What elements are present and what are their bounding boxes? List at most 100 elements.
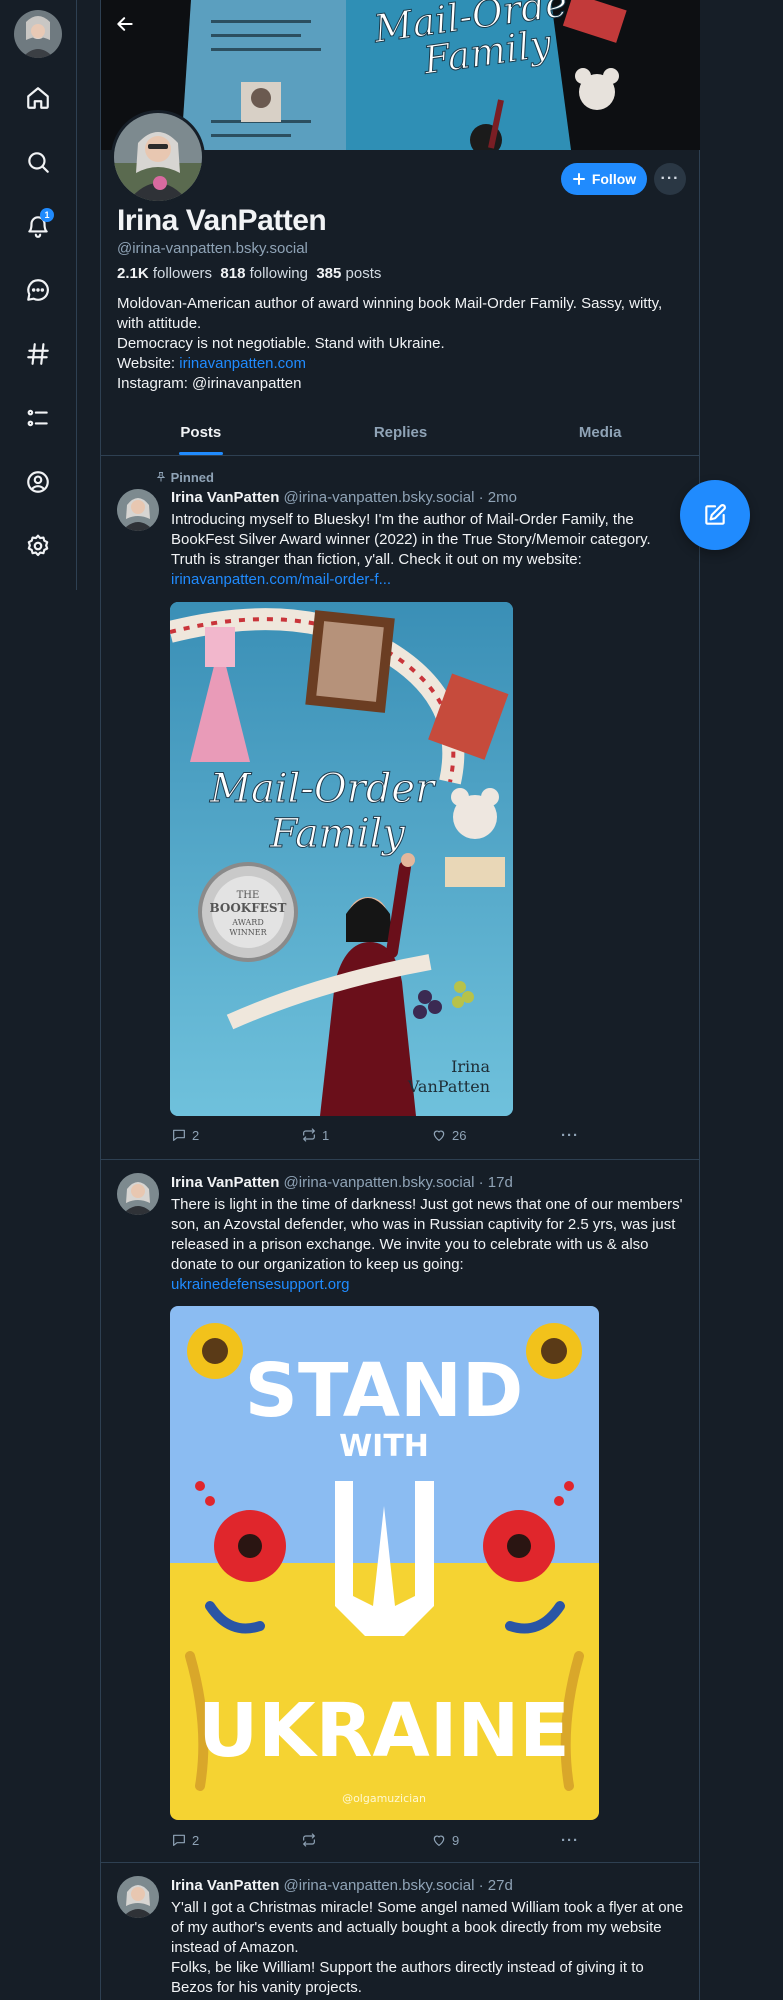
repost-icon	[303, 1833, 315, 1847]
tab-media[interactable]: Media	[500, 410, 700, 455]
left-nav: 1	[0, 0, 77, 590]
following-link[interactable]: 818 following	[220, 265, 308, 282]
repost-button[interactable]: 1	[301, 1125, 431, 1145]
post-author-name[interactable]: Irina VanPatten	[171, 1877, 279, 1894]
ellipsis-icon: ···	[561, 1831, 579, 1849]
follow-label: Follow	[591, 171, 637, 187]
cover-author-line2: VanPatten	[407, 1077, 490, 1096]
profile-icon	[27, 471, 49, 493]
reply-button[interactable]: 2	[171, 1125, 301, 1145]
repost-icon	[303, 1128, 315, 1142]
cover-title-line1: Mail-Order	[209, 766, 437, 812]
post-content: Irina VanPatten @irina-vanpatten.bsky.so…	[171, 1173, 686, 1295]
post-timestamp[interactable]: · 17d	[479, 1174, 513, 1191]
nav-notifications-button[interactable]: 1	[14, 202, 62, 250]
bio-line: Moldovan-American author of award winnin…	[117, 295, 663, 332]
post-image-book-cover[interactable]: Mail-Order Family THE BOOKFEST AWARD WIN…	[170, 602, 513, 1116]
followers-link[interactable]: 2.1K followers	[117, 265, 212, 282]
seal-text: THE	[237, 890, 260, 901]
reply-icon	[173, 1834, 185, 1846]
seal-text: AWARD	[231, 918, 264, 927]
notification-badge: 1	[40, 208, 54, 222]
reply-button[interactable]: 2	[171, 1830, 301, 1850]
seal-text: WINNER	[229, 928, 267, 937]
nav-settings-button[interactable]	[14, 522, 62, 570]
feed-post[interactable]: Irina VanPatten @irina-vanpatten.bsky.so…	[101, 1863, 700, 2000]
bio-website-link[interactable]: irinavanpatten.com	[179, 355, 306, 372]
profile-handle: @irina-vanpatten.bsky.social	[117, 240, 308, 257]
post-header: Irina VanPatten @irina-vanpatten.bsky.so…	[171, 488, 686, 508]
profile-avatar[interactable]	[111, 110, 205, 204]
heart-icon	[433, 1130, 445, 1141]
post-author-avatar[interactable]	[117, 489, 159, 531]
heart-icon	[433, 1835, 445, 1846]
post-author-handle[interactable]: @irina-vanpatten.bsky.social	[284, 1174, 475, 1191]
profile-tabs: Posts Replies Media	[101, 410, 700, 456]
pin-icon	[156, 472, 166, 482]
nav-search-button[interactable]	[14, 138, 62, 186]
post-author-handle[interactable]: @irina-vanpatten.bsky.social	[284, 1877, 475, 1894]
tab-posts[interactable]: Posts	[101, 410, 301, 455]
nav-chat-button[interactable]	[14, 266, 62, 314]
display-name: Irina VanPatten	[117, 204, 327, 237]
profile-bio: Moldovan-American author of award winnin…	[117, 294, 677, 394]
poster-text-ukraine: UKRAINE	[198, 1688, 570, 1774]
poster-text-with: WITH	[339, 1429, 429, 1464]
compose-post-button[interactable]	[680, 480, 750, 550]
cover-title-line2: Family	[269, 811, 406, 857]
poster-credit: @olgamuzician	[342, 1792, 426, 1805]
post-timestamp[interactable]: · 27d	[479, 1877, 513, 1894]
like-button[interactable]: 26	[431, 1125, 561, 1145]
poster-text-stand: STAND	[245, 1348, 524, 1434]
post-image-stand-with-ukraine[interactable]: STAND WITH UKRAINE @olgamuzician	[170, 1306, 599, 1820]
plus-icon	[572, 173, 585, 185]
post-timestamp[interactable]: · 2mo	[479, 489, 517, 506]
search-icon	[28, 152, 49, 173]
reply-icon	[173, 1129, 185, 1141]
profile-more-button[interactable]: ···	[654, 163, 686, 195]
seal-text: BOOKFEST	[210, 901, 287, 915]
compose-icon	[705, 504, 726, 525]
profile-stats: 2.1K followers 818 following 385 posts	[117, 265, 381, 282]
post-more-button[interactable]: ···	[561, 1830, 601, 1850]
posts-count: 385 posts	[316, 265, 382, 282]
like-button[interactable]: 9	[431, 1830, 561, 1850]
post-actions: 2 1 26 ···	[171, 1125, 611, 1145]
post-content: Pinned Irina VanPatten @irina-vanpatten.…	[156, 470, 686, 590]
repost-button[interactable]	[301, 1830, 431, 1850]
post-actions: 2 9 ···	[171, 1830, 611, 1850]
cover-author-line1: Irina	[451, 1057, 490, 1076]
tab-replies[interactable]: Replies	[301, 410, 501, 455]
post-author-name[interactable]: Irina VanPatten	[171, 489, 279, 506]
post-more-button[interactable]: ···	[561, 1125, 601, 1145]
bio-line: Instagram: @irinavanpatten	[117, 375, 302, 392]
list-icon	[27, 409, 48, 427]
post-text: Y'all I got a Christmas miracle! Some an…	[171, 1899, 684, 1996]
ellipsis-icon: ···	[561, 1126, 579, 1144]
post-header: Irina VanPatten @irina-vanpatten.bsky.so…	[171, 1876, 686, 1896]
post-author-name[interactable]: Irina VanPatten	[171, 1174, 279, 1191]
arrow-left-icon	[117, 17, 133, 31]
post-content: Irina VanPatten @irina-vanpatten.bsky.so…	[171, 1876, 686, 1998]
nav-home-button[interactable]	[14, 74, 62, 122]
chat-icon	[27, 279, 49, 301]
post-author-avatar[interactable]	[117, 1876, 159, 1918]
nav-feeds-button[interactable]	[14, 330, 62, 378]
post-text: Introducing myself to Bluesky! I'm the a…	[171, 511, 651, 588]
post-author-handle[interactable]: @irina-vanpatten.bsky.social	[284, 489, 475, 506]
back-button[interactable]	[109, 8, 141, 40]
current-user-avatar[interactable]	[14, 10, 62, 58]
bio-website-label: Website:	[117, 355, 176, 372]
bio-line: Democracy is not negotiable. Stand with …	[117, 335, 445, 352]
pinned-indicator: Pinned	[155, 470, 686, 485]
post-author-avatar[interactable]	[117, 1173, 159, 1215]
follow-button[interactable]: Follow	[561, 163, 647, 195]
post-link[interactable]: irinavanpatten.com/mail-order-f...	[171, 571, 391, 588]
post-link[interactable]: ukrainedefensesupport.org	[171, 1276, 349, 1293]
post-header: Irina VanPatten @irina-vanpatten.bsky.so…	[171, 1173, 686, 1193]
nav-lists-button[interactable]	[14, 394, 62, 442]
nav-profile-button[interactable]	[14, 458, 62, 506]
gear-icon	[27, 534, 49, 557]
home-icon	[27, 87, 49, 109]
post-text: There is light in the time of darkness! …	[171, 1196, 683, 1293]
